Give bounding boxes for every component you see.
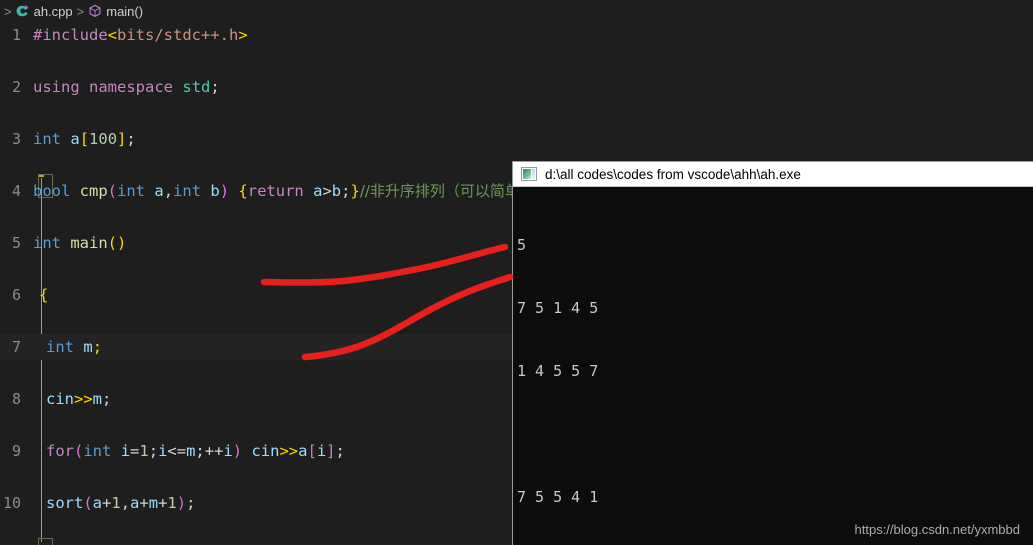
- code-line-text: {: [39, 286, 49, 304]
- code-line[interactable]: 3 int a[100];: [0, 126, 1033, 152]
- breadcrumb-symbol-label: main(): [106, 3, 144, 19]
- screenshot-root: > ah.cpp > main() 1 #include<bits/stdc++…: [0, 0, 1033, 545]
- console-output-line: 1 4 5 5 7: [517, 362, 599, 380]
- line-number: 2: [11, 78, 21, 96]
- console-title-bar[interactable]: d:\all codes\codes from vscode\ahh\ah.ex…: [513, 162, 1033, 187]
- method-cube-icon: [88, 4, 102, 18]
- breadcrumb-item-file[interactable]: ah.cpp: [16, 4, 73, 19]
- line-number: 1: [11, 26, 21, 44]
- csdn-watermark: https://blog.csdn.net/yxmbbd: [854, 522, 1020, 537]
- line-number: 4: [11, 182, 21, 200]
- console-output-line: 7 5 1 4 5: [517, 299, 599, 317]
- code-line[interactable]: 1 #include<bits/stdc++.h>: [0, 22, 1033, 48]
- code-line[interactable]: 2 using namespace std;: [0, 74, 1033, 100]
- console-output-line: 7 5 5 4 1: [517, 488, 599, 506]
- breadcrumb-file-label: ah.cpp: [33, 3, 73, 19]
- code-line-text: int m;: [46, 338, 103, 356]
- code-line-text: int a[100];: [33, 130, 136, 148]
- console-window[interactable]: d:\all codes\codes from vscode\ahh\ah.ex…: [512, 161, 1033, 545]
- breadcrumb-item-symbol[interactable]: main(): [88, 4, 143, 19]
- console-output-line: 5: [517, 236, 527, 254]
- code-line-text: for(int i=1;i<=m;++i) cin>>a[i];: [46, 442, 345, 460]
- cpp-file-icon: [16, 4, 30, 18]
- line-number: 7: [11, 338, 21, 356]
- console-output[interactable]: 5 7 5 1 4 5 1 4 5 5 7 7 5 5 4 1 请按任意键继续.…: [513, 187, 1033, 545]
- line-number: 5: [11, 234, 21, 252]
- line-number: 10: [2, 494, 21, 512]
- line-number: 9: [11, 442, 21, 460]
- code-line-text: cin>>m;: [46, 390, 112, 408]
- console-title-text: d:\all codes\codes from vscode\ahh\ah.ex…: [545, 166, 801, 182]
- line-number: 3: [11, 130, 21, 148]
- line-number: 6: [11, 286, 21, 304]
- code-line-text: int main(): [33, 234, 127, 252]
- code-line-text: using namespace std;: [33, 78, 220, 96]
- code-line-text: sort(a+1,a+m+1);: [46, 494, 196, 512]
- code-line-text: #include<bits/stdc++.h>: [33, 26, 248, 44]
- breadcrumb-separator: >: [76, 3, 85, 19]
- line-number: 8: [11, 390, 21, 408]
- breadcrumb-root-chevron: >: [4, 3, 12, 19]
- console-window-icon: [521, 167, 537, 181]
- breadcrumb: > ah.cpp > main(): [0, 0, 1033, 22]
